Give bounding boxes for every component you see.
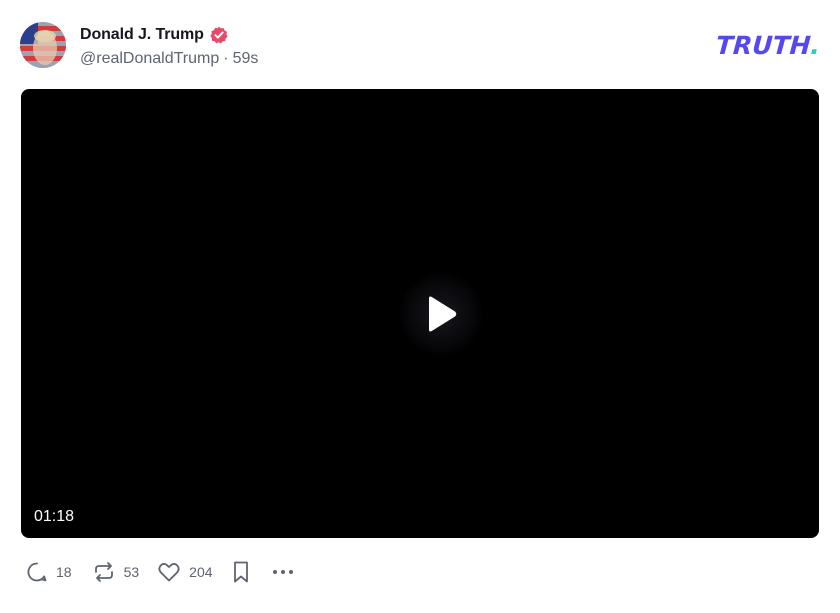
retruth-button[interactable]: 53: [92, 561, 140, 583]
bookmark-button[interactable]: [231, 560, 251, 584]
logo-text: TRUTH: [714, 31, 812, 60]
meta-separator: ·: [223, 50, 229, 67]
retruth-icon: [94, 562, 113, 582]
play-button[interactable]: [399, 272, 483, 356]
avatar[interactable]: [20, 22, 66, 68]
post-header: Donald J. Trump @realDonaldTrump · 59s T…: [20, 22, 821, 72]
reply-button[interactable]: 18: [26, 561, 72, 583]
author-meta-row: @realDonaldTrump · 59s: [80, 50, 258, 68]
video-duration: 01:18: [34, 508, 75, 525]
play-icon: [429, 296, 457, 332]
post-timestamp[interactable]: 59s: [233, 50, 259, 68]
retruth-count: 53: [123, 564, 140, 580]
more-options-button[interactable]: [271, 561, 295, 583]
logo-dot: .: [809, 31, 822, 60]
bookmark-icon: [233, 561, 248, 583]
like-count: 204: [189, 564, 213, 580]
reply-icon: [27, 562, 47, 582]
author-display-name[interactable]: Donald J. Trump: [80, 26, 204, 44]
reply-count: 18: [56, 564, 72, 580]
more-icon: [272, 570, 293, 574]
post-actions-bar: 18 53 204: [26, 558, 295, 586]
like-button[interactable]: 204: [157, 561, 213, 583]
truth-social-logo[interactable]: TRUTH.: [715, 31, 821, 60]
video-player[interactable]: 01:18: [21, 89, 819, 538]
author-handle[interactable]: @realDonaldTrump: [80, 50, 219, 68]
verified-badge-icon: [210, 26, 228, 44]
avatar-flag-image: [20, 22, 66, 68]
author-name-row: Donald J. Trump: [80, 24, 228, 46]
heart-icon: [158, 563, 180, 582]
